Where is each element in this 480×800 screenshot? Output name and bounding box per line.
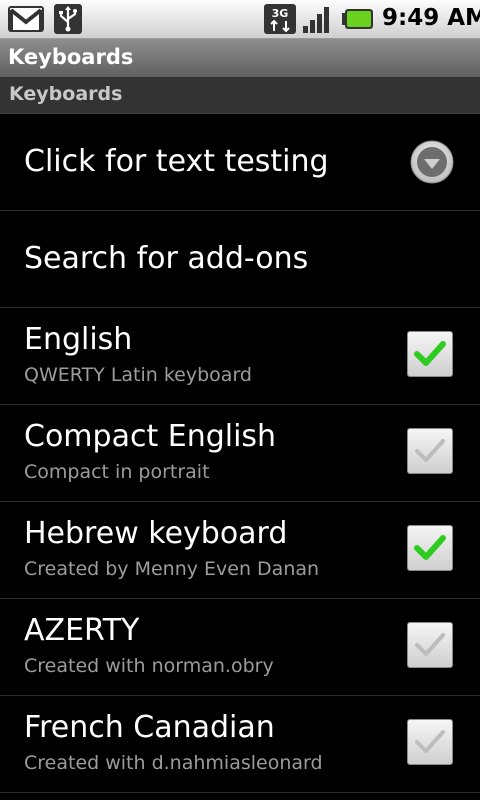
list-item-title: Search for add-ons <box>24 241 309 276</box>
list-item-title: English <box>24 322 133 357</box>
list-item-summary: Created by Menny Even Danan <box>24 558 320 580</box>
list-item-french-canadian[interactable]: French Canadian Created with d.nahmiasle… <box>0 696 480 793</box>
list-item-hebrew-keyboard[interactable]: Hebrew keyboard Created by Menny Even Da… <box>0 502 480 599</box>
list-item-title: French Canadian <box>24 710 275 745</box>
signal-icon <box>303 7 329 33</box>
keyboard-list: Click for text testing Search for add-on… <box>0 114 480 793</box>
check-icon <box>414 535 446 560</box>
check-icon <box>415 633 445 656</box>
3g-network-icon: 3G <box>264 4 296 34</box>
list-item-summary: Created with d.nahmiasleonard <box>24 752 323 774</box>
checkbox-english[interactable] <box>407 331 453 377</box>
check-icon <box>415 439 445 462</box>
title-bar: Keyboards <box>0 39 480 77</box>
svg-text:3G: 3G <box>272 7 289 20</box>
list-item-title: Compact English <box>24 419 277 454</box>
checkbox-azerty[interactable] <box>407 622 453 668</box>
section-header: Keyboards <box>0 77 480 114</box>
check-icon <box>414 341 446 366</box>
list-item-title: Hebrew keyboard <box>24 516 288 551</box>
page-title: Keyboards <box>8 45 134 69</box>
list-item-azerty[interactable]: AZERTY Created with norman.obry <box>0 599 480 696</box>
usb-icon <box>54 4 82 34</box>
dropdown-arrow-icon[interactable] <box>410 140 454 184</box>
status-time: 9:49 AM <box>382 5 480 31</box>
list-item-title: AZERTY <box>24 613 140 648</box>
list-item-text-testing[interactable]: Click for text testing <box>0 114 480 211</box>
checkbox-hebrew-keyboard[interactable] <box>407 525 453 571</box>
list-item-compact-english[interactable]: Compact English Compact in portrait <box>0 405 480 502</box>
list-item-title: Click for text testing <box>24 144 329 179</box>
list-item-search-addons[interactable]: Search for add-ons <box>0 211 480 308</box>
battery-icon <box>342 9 373 29</box>
list-item-summary: Compact in portrait <box>24 461 210 483</box>
status-bar: 3G 9:49 AM <box>0 0 480 39</box>
checkbox-compact-english[interactable] <box>407 428 453 474</box>
list-item-summary: QWERTY Latin keyboard <box>24 364 252 386</box>
check-icon <box>415 730 445 753</box>
list-item-summary: Created with norman.obry <box>24 655 274 677</box>
checkbox-french-canadian[interactable] <box>407 719 453 765</box>
gmail-icon <box>8 6 44 32</box>
section-header-label: Keyboards <box>9 83 123 105</box>
list-item-english[interactable]: English QWERTY Latin keyboard <box>0 308 480 405</box>
